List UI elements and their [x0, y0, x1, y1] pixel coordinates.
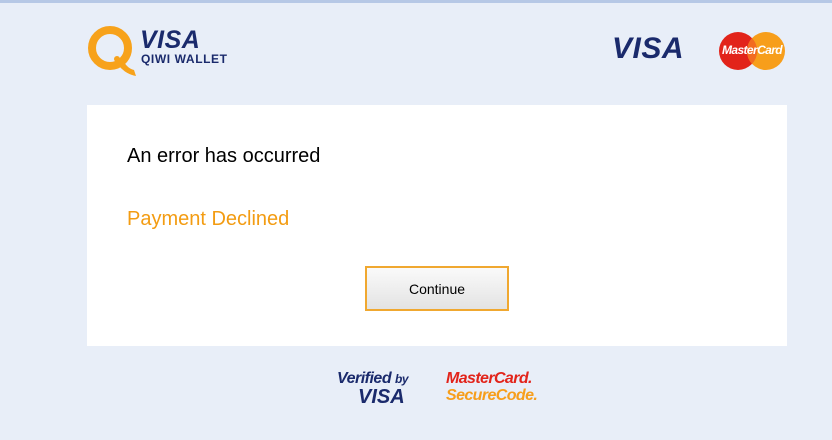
- visa-logo: VISA: [612, 32, 685, 65]
- securecode-mastercard-text: MasterCard.: [446, 370, 532, 387]
- error-message: Payment Declined: [127, 208, 290, 230]
- verified-by-visa-logo: Verified by VISA: [334, 370, 424, 410]
- brand-wallet-text: QIWI WALLET: [141, 52, 228, 66]
- verified-visa-text: VISA: [358, 386, 405, 408]
- error-title: An error has occurred: [127, 145, 321, 167]
- mastercard-logo-text: MasterCard: [721, 43, 783, 57]
- error-card: An error has occurred Payment Declined C…: [87, 105, 787, 346]
- brand-visa-text: VISA: [140, 26, 201, 54]
- mastercard-logo: MasterCard: [716, 30, 788, 72]
- verified-text: Verified: [337, 370, 392, 387]
- top-border: [0, 0, 832, 3]
- qiwi-wallet-logo: VISA QIWI WALLET: [86, 24, 246, 80]
- continue-button[interactable]: Continue: [365, 266, 509, 311]
- mastercard-securecode-logo: MasterCard. SecureCode.: [446, 370, 546, 410]
- qiwi-q-icon: [88, 26, 136, 76]
- securecode-text: SecureCode.: [446, 387, 538, 404]
- page: VISA QIWI WALLET VISA MasterCard An erro…: [0, 0, 832, 440]
- by-text: by: [395, 372, 409, 386]
